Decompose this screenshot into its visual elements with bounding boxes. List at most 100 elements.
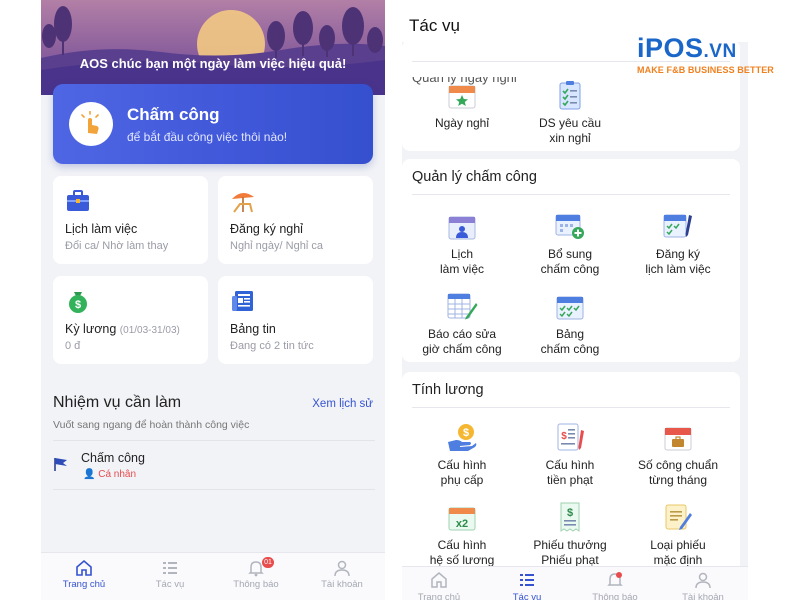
composite-screenshot: AOS chúc bạn một ngày làm việc hiệu quả!…: [0, 0, 800, 600]
divider: [412, 194, 730, 195]
item-label-line-1: Bảng: [555, 327, 585, 341]
person-icon: 👤: [83, 469, 96, 480]
calendar-add-icon: [515, 209, 625, 241]
calendar-user-icon: [407, 209, 517, 241]
item-label-line-1: Bổ sung: [547, 247, 593, 261]
item-label-line-2: phụ cấp: [440, 473, 484, 487]
leave-request-tile[interactable]: Đăng ký nghỉ Nghỉ ngày/ Nghỉ ca: [218, 176, 373, 264]
tap-hand-icon: [69, 102, 113, 146]
item-label-line-2: tiền phạt: [546, 473, 594, 487]
tasks-heading: Nhiệm vụ cần làm: [53, 394, 182, 411]
home-screen: AOS chúc bạn một ngày làm việc hiệu quả!…: [41, 0, 385, 600]
item-allowance-config[interactable]: $ Cấu hình phụ cấp: [407, 420, 517, 488]
tile-title: Đăng ký nghỉ: [230, 222, 303, 236]
tab-label: Tác vụ: [512, 592, 542, 600]
tile-title: Bảng tin: [230, 322, 276, 336]
calendar-check-icon: [515, 289, 625, 321]
item-penalty-config[interactable]: $ Cấu hình tiền phạt: [515, 420, 625, 488]
item-label-line-2: làm việc: [439, 262, 484, 276]
item-work-schedule[interactable]: Lịch làm việc: [407, 209, 517, 277]
tab-account[interactable]: Tài khoản: [299, 557, 385, 590]
tab-label: Tài khoản: [682, 592, 724, 600]
task-item-title[interactable]: Chấm công: [81, 451, 145, 465]
task-owner-label: Cá nhân: [98, 469, 137, 480]
tile-subtitle: 0 đ: [65, 340, 81, 352]
svg-text:$: $: [463, 427, 469, 439]
item-label-line-2: giờ chấm công: [422, 342, 502, 356]
tab-tasks[interactable]: Tác vụ: [484, 571, 570, 600]
tasks-hint: Vuốt sang ngang để hoàn thành công việc: [53, 419, 250, 431]
item-label-line-1: Phiếu thưởng: [533, 538, 607, 552]
item-label-line-2: chấm công: [540, 262, 600, 276]
user-icon: [299, 557, 385, 579]
item-salary-coefficient[interactable]: x2 Cấu hình hệ số lương: [407, 500, 517, 568]
bottom-tab-bar: Trang chủ Tác vụ 01 Thông báo Tài khoản: [41, 552, 385, 600]
calendar-star-icon: [407, 78, 517, 110]
flag-icon: [53, 455, 71, 478]
item-bonus-penalty-slips[interactable]: $ Phiếu thưởng Phiếu phạt: [515, 500, 625, 568]
checkin-card[interactable]: Chấm công để bắt đầu công việc thôi nào!: [53, 84, 373, 164]
item-standard-workdays[interactable]: Số công chuẩn từng tháng: [623, 420, 733, 488]
tab-home[interactable]: Trang chủ: [41, 557, 127, 590]
item-label-line-1: Loại phiếu: [650, 538, 706, 552]
brand-logo-text: iPOS.VN: [637, 33, 777, 64]
tab-tasks[interactable]: Tác vụ: [127, 557, 213, 590]
note-pencil-icon: [623, 500, 733, 532]
item-label-line-1: Cấu hình: [437, 538, 487, 552]
hero-banner: AOS chúc bạn một ngày làm việc hiệu quả!: [41, 0, 385, 95]
tile-subtitle: Đổi ca/ Nhờ làm thay: [65, 240, 169, 252]
list-icon: [127, 557, 213, 579]
view-history-link[interactable]: Xem lịch sử: [312, 398, 373, 410]
item-label-line-1: Lịch: [450, 247, 473, 261]
item-leave-requests[interactable]: DS yêu cầu xin nghỉ: [515, 78, 625, 146]
item-edit-report[interactable]: Báo cáo sửa giờ chấm công: [407, 289, 517, 357]
home-icon: [402, 571, 482, 592]
tab-label: Thông báo: [233, 579, 279, 590]
task-item-owner: 👤 Cá nhân: [83, 469, 136, 480]
money-bag-icon: $: [65, 288, 91, 314]
newsboard-tile[interactable]: Bảng tin Đang có 2 tin tức: [218, 276, 373, 364]
tab-label: Trang chủ: [417, 592, 461, 600]
item-label-line-1: Cấu hình: [437, 458, 487, 472]
section-attendance-management: Quản lý chấm công Lịch làm việc Bổ sung …: [402, 159, 740, 362]
table-edit-icon: [407, 289, 517, 321]
tab-account[interactable]: Tài khoản: [660, 571, 746, 600]
item-leave-days[interactable]: Ngày nghỉ: [407, 78, 517, 131]
tab-notifications[interactable]: 01 Thông báo: [213, 557, 299, 590]
svg-text:$: $: [567, 507, 573, 519]
item-attendance-sheet[interactable]: Bảng chấm công: [515, 289, 625, 357]
multiplier-icon: x2: [407, 500, 517, 532]
checkin-title: Chấm công: [127, 105, 220, 124]
item-add-attendance[interactable]: Bổ sung chấm công: [515, 209, 625, 277]
tab-label: Thông báo: [592, 592, 638, 600]
item-register-schedule[interactable]: Đăng ký lịch làm việc: [623, 209, 733, 277]
divider: [53, 440, 375, 441]
briefcase-icon: [65, 188, 91, 214]
invoice-pen-icon: $: [515, 420, 625, 452]
divider: [412, 407, 730, 408]
item-default-slip-type[interactable]: Loại phiếu mặc định: [623, 500, 733, 568]
section-title: Quản lý chấm công: [412, 169, 537, 185]
bell-icon: [572, 571, 658, 592]
work-schedule-tile[interactable]: Lịch làm việc Đổi ca/ Nhờ làm thay: [53, 176, 208, 264]
section-title: Tính lương: [412, 382, 484, 398]
tab-notifications[interactable]: Thông báo: [572, 571, 658, 600]
item-label-line-2: chấm công: [540, 342, 600, 356]
tab-home[interactable]: Trang chủ: [402, 571, 482, 600]
brand-logo-main: iPOS: [637, 33, 704, 63]
checklist-icon: [515, 78, 625, 110]
divider: [53, 489, 375, 490]
svg-text:$: $: [75, 299, 81, 311]
tab-label: Tác vụ: [155, 579, 185, 590]
beach-chair-icon: [230, 188, 256, 214]
item-label-line-2: lịch làm việc: [645, 262, 711, 276]
item-label-line-1: DS yêu cầu: [538, 116, 602, 130]
tab-label: Trang chủ: [62, 579, 106, 590]
notification-badge: 01: [262, 557, 274, 568]
checkin-subtitle: để bắt đầu công việc thôi nào!: [127, 130, 288, 144]
home-icon: [41, 557, 127, 579]
sunset-illustration: [41, 6, 385, 95]
tasks-screen: Quản lý ngày nghỉ Ngày nghỉ DS yêu cầu x…: [402, 0, 748, 600]
pay-period-tile[interactable]: $ Kỳ lương (01/03-31/03) 0 đ: [53, 276, 208, 364]
calendar-briefcase-icon: [623, 420, 733, 452]
